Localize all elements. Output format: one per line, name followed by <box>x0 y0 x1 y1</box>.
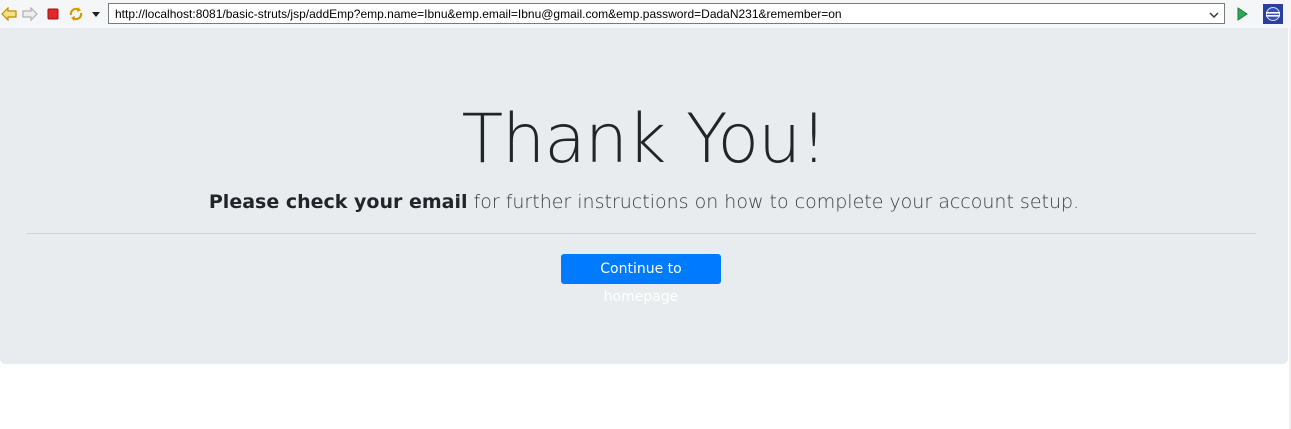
go-icon[interactable] <box>1233 5 1251 23</box>
eclipse-icon[interactable] <box>1263 4 1283 24</box>
stop-icon[interactable] <box>44 5 62 23</box>
url-input[interactable]: http://localhost:8081/basic-struts/jsp/a… <box>108 3 1225 24</box>
url-text[interactable]: http://localhost:8081/basic-struts/jsp/a… <box>115 7 842 21</box>
divider <box>27 233 1256 234</box>
refresh-icon[interactable] <box>67 5 85 23</box>
chevron-down-icon[interactable] <box>1208 8 1220 20</box>
browser-toolbar: http://localhost:8081/basic-struts/jsp/a… <box>0 0 1291 28</box>
forward-icon[interactable] <box>21 5 39 23</box>
lead-text: Please check your email for further inst… <box>0 191 1288 213</box>
page-title: Thank You! <box>461 100 828 179</box>
continue-to-homepage-button[interactable]: Continue to homepage <box>561 254 721 305</box>
lead-rest-text: for further instructions on how to compl… <box>467 191 1080 213</box>
back-icon[interactable] <box>0 5 18 23</box>
lead-strong-text: Please check your email <box>208 191 468 213</box>
jumbotron: Thank You! Please check your email for f… <box>0 28 1288 364</box>
dropdown-icon[interactable] <box>87 5 105 23</box>
